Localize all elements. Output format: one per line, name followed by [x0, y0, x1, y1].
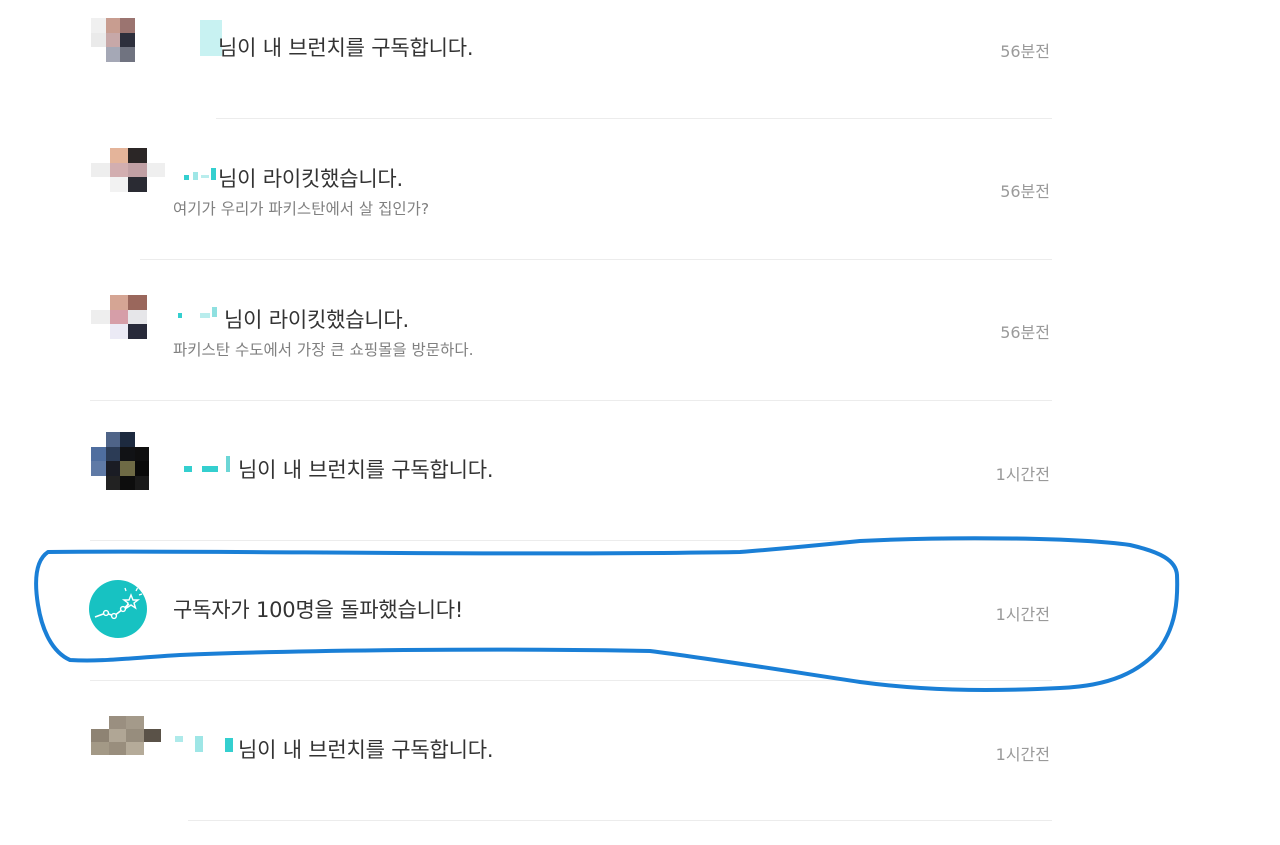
username-redacted[interactable]: [176, 307, 222, 329]
notification-message: 님이 라이킷했습니다.: [224, 308, 410, 332]
notification-item-like[interactable]: 님이 라이킷했습니다. 파키스탄 수도에서 가장 큰 쇼핑몰을 방문하다. 56…: [0, 259, 1280, 401]
username-redacted[interactable]: [175, 736, 237, 758]
notification-list: 님이 내 브런치를 구독합니다. 56분전 님이 라이킷했습니다. 여기가 우리…: [0, 0, 1280, 845]
username-redacted[interactable]: [182, 166, 218, 188]
notification-time: 1시간전: [995, 605, 1050, 624]
notification-message: 님이 내 브런치를 구독합니다.: [218, 36, 474, 60]
notification-time: 56분전: [1000, 323, 1050, 342]
avatar[interactable]: [91, 716, 161, 768]
notification-time: 1시간전: [995, 745, 1050, 764]
liked-post-title[interactable]: 파키스탄 수도에서 가장 큰 쇼핑몰을 방문하다.: [173, 338, 474, 360]
notification-time: 1시간전: [995, 465, 1050, 484]
avatar[interactable]: [91, 148, 165, 206]
notification-item-subscribe[interactable]: 님이 내 브런치를 구독합니다. 56분전: [0, 0, 1280, 119]
notification-message: 님이 내 브런치를 구독합니다.: [238, 738, 494, 762]
notification-item-milestone[interactable]: 구독자가 100명을 돌파했습니다! 1시간전: [0, 540, 1280, 681]
growth-chart-star-icon: [89, 580, 147, 638]
avatar[interactable]: [91, 295, 165, 353]
notification-message: 님이 내 브런치를 구독합니다.: [238, 458, 494, 482]
notification-item-subscribe[interactable]: 님이 내 브런치를 구독합니다. 1시간전: [0, 680, 1280, 821]
notification-time: 56분전: [1000, 182, 1050, 201]
avatar[interactable]: [91, 432, 149, 490]
avatar[interactable]: [91, 18, 149, 76]
notification-item-subscribe[interactable]: 님이 내 브런치를 구독합니다. 1시간전: [0, 400, 1280, 541]
notification-item-like[interactable]: 님이 라이킷했습니다. 여기가 우리가 파키스탄에서 살 집인가? 56분전: [0, 118, 1280, 260]
notification-time: 56분전: [1000, 42, 1050, 61]
liked-post-title[interactable]: 여기가 우리가 파키스탄에서 살 집인가?: [173, 197, 429, 219]
notification-message: 구독자가 100명을 돌파했습니다!: [173, 598, 464, 622]
divider: [188, 820, 1052, 821]
notification-message: 님이 라이킷했습니다.: [218, 167, 404, 191]
username-redacted[interactable]: [182, 452, 234, 474]
